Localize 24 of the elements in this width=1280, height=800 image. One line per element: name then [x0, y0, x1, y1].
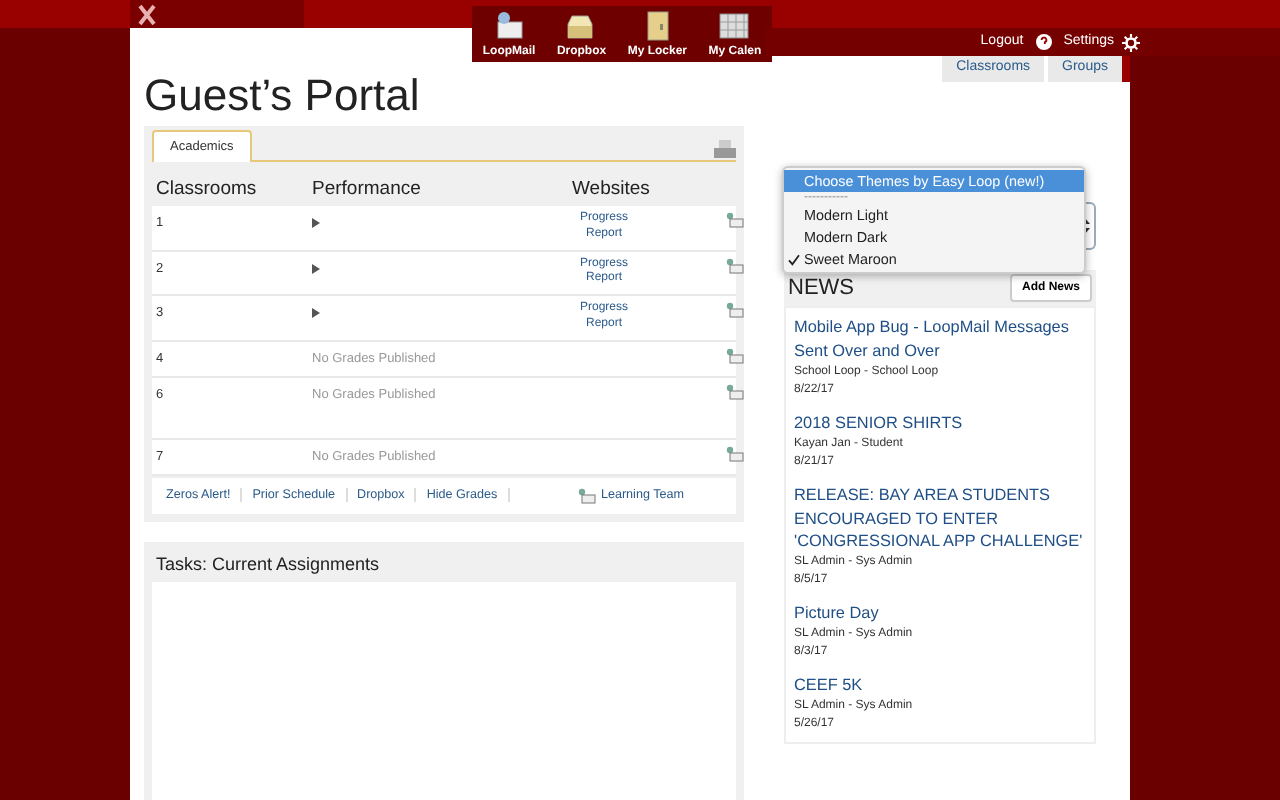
updown-icon — [1080, 218, 1090, 234]
news-title: NEWS — [788, 276, 854, 300]
tasks-title: Tasks: Current Assignments — [154, 553, 382, 574]
news-headline[interactable]: Picture Day — [794, 602, 1086, 627]
news-headline[interactable]: 2018 SENIOR SHIRTS — [794, 411, 1086, 436]
news-headline[interactable]: Mobile App Bug - LoopMail Messages Sent Over and Over — [794, 316, 1086, 364]
expand-arrow-icon[interactable] — [312, 263, 320, 274]
page-title: Guest’s Portal — [144, 70, 422, 122]
locker-icon — [641, 10, 674, 42]
expand-arrow-icon[interactable] — [312, 308, 320, 319]
people-mail-icon — [576, 487, 597, 504]
column-header: Websites — [572, 178, 652, 200]
mail-icon — [493, 10, 526, 42]
check-icon — [788, 254, 800, 266]
news-headline[interactable]: CEEF 5K — [794, 674, 1086, 699]
news-headline[interactable]: RELEASE: BAY AREA STUDENTS ENCOURAGED TO ENTER 'CONGRESSIONAL APP CHALLENGE' — [794, 483, 1086, 555]
column-header: Performance — [312, 178, 423, 200]
expand-arrow-icon[interactable] — [312, 218, 320, 228]
help-icon[interactable] — [1035, 34, 1052, 50]
calendar-icon — [718, 10, 751, 42]
column-header: Classrooms — [156, 178, 259, 200]
logo-icon — [138, 3, 156, 25]
settings-icon — [1122, 33, 1140, 51]
tray-icon — [565, 10, 598, 42]
